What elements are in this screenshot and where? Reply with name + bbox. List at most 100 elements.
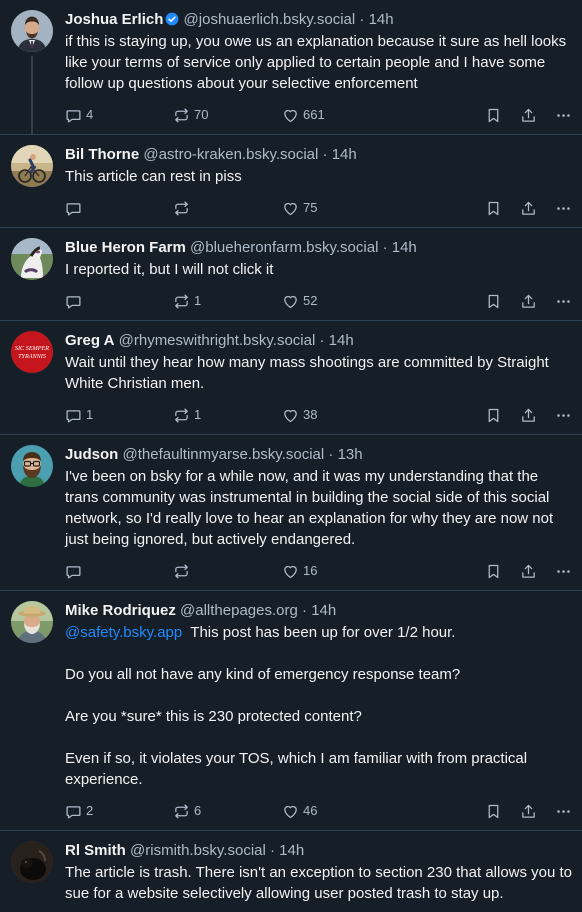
bookmark-icon xyxy=(485,200,502,217)
repost-button[interactable]: 6 xyxy=(173,802,201,820)
bookmark-button[interactable] xyxy=(485,199,502,217)
repost-count: 1 xyxy=(194,293,202,308)
author-handle[interactable]: @blueheronfarm.bsky.social xyxy=(190,239,378,256)
reply-button[interactable] xyxy=(65,562,86,580)
bookmark-button[interactable] xyxy=(485,802,502,820)
reply-button[interactable] xyxy=(65,199,86,217)
avatar[interactable] xyxy=(11,145,53,187)
avatar[interactable] xyxy=(11,841,53,883)
repost-button[interactable]: 1 xyxy=(173,406,201,424)
author-handle[interactable]: @rismith.bsky.social xyxy=(130,842,266,859)
bookmark-icon xyxy=(485,407,502,424)
post-body: The article is trash. There isn't an exc… xyxy=(65,864,577,902)
separator-dot: · xyxy=(318,146,332,163)
share-upload-icon xyxy=(520,107,537,124)
author-handle[interactable]: @rhymeswithright.bsky.social xyxy=(119,332,316,349)
heart-outline-icon xyxy=(282,407,299,424)
more-options-button[interactable] xyxy=(555,802,572,820)
svg-text:TYRANNIS: TYRANNIS xyxy=(18,353,46,360)
author-handle[interactable]: @thefaultinmyarse.bsky.social xyxy=(123,446,325,463)
author-name[interactable]: Joshua Erlich xyxy=(65,11,163,28)
author-name[interactable]: Greg A xyxy=(65,332,114,349)
thread-post[interactable]: Rl Smith @rismith.bsky.social · 14h The a… xyxy=(0,831,582,912)
author-name[interactable]: Blue Heron Farm xyxy=(65,239,186,256)
share-button[interactable] xyxy=(520,802,537,820)
share-button[interactable] xyxy=(520,106,537,124)
repost-button[interactable] xyxy=(173,199,194,217)
post-header: Joshua Erlich @joshuaerlich.bsky.social … xyxy=(65,10,574,30)
post-timestamp[interactable]: 14h xyxy=(279,842,304,859)
repost-count: 6 xyxy=(194,803,202,818)
ellipsis-icon xyxy=(555,407,572,424)
post-header: Rl Smith @rismith.bsky.social · 14h xyxy=(65,841,574,861)
thread-post[interactable]: Bil Thorne @astro-kraken.bsky.social · 1… xyxy=(0,135,582,228)
repost-button[interactable]: 1 xyxy=(173,292,201,310)
like-count: 75 xyxy=(303,200,318,215)
mention-link[interactable]: @safety.bsky.app xyxy=(65,624,182,641)
post-timestamp[interactable]: 14h xyxy=(369,11,394,28)
thread-post[interactable]: Mike Rodriquez @allthepages.org · 14h @sa… xyxy=(0,591,582,831)
like-button[interactable]: 661 xyxy=(282,106,325,124)
author-handle[interactable]: @allthepages.org xyxy=(180,602,298,619)
avatar[interactable] xyxy=(11,601,53,643)
bookmark-button[interactable] xyxy=(485,406,502,424)
share-button[interactable] xyxy=(520,292,537,310)
ellipsis-icon xyxy=(555,563,572,580)
author-handle[interactable]: @astro-kraken.bsky.social xyxy=(143,146,318,163)
share-button[interactable] xyxy=(520,199,537,217)
post-timestamp[interactable]: 14h xyxy=(311,602,336,619)
repost-button[interactable] xyxy=(173,562,194,580)
separator-dot: · xyxy=(324,446,338,463)
like-button[interactable]: 52 xyxy=(282,292,317,310)
avatar[interactable]: SIC SEMPER TYRANNIS xyxy=(11,331,53,373)
author-name[interactable]: Bil Thorne xyxy=(65,146,139,163)
repost-arrows-icon xyxy=(173,563,190,580)
like-button[interactable]: 46 xyxy=(282,802,317,820)
bookmark-button[interactable] xyxy=(485,106,502,124)
more-options-button[interactable] xyxy=(555,199,572,217)
post-text: Wait until they hear how many mass shoot… xyxy=(65,352,574,394)
separator-dot: · xyxy=(265,842,280,859)
post-text: The article is trash. There isn't an exc… xyxy=(65,862,574,904)
author-name[interactable]: Mike Rodriquez xyxy=(65,602,176,619)
reply-button[interactable]: 4 xyxy=(65,106,93,124)
reply-button[interactable] xyxy=(65,292,86,310)
like-button[interactable]: 75 xyxy=(282,199,317,217)
post-timestamp[interactable]: 14h xyxy=(329,332,354,349)
like-button[interactable]: 16 xyxy=(282,562,317,580)
separator-dot: · xyxy=(297,602,312,619)
thread-post[interactable]: SIC SEMPER TYRANNIS Greg A @rhymeswithrigh… xyxy=(0,321,582,435)
repost-button[interactable]: 70 xyxy=(173,106,208,124)
reply-button[interactable]: 2 xyxy=(65,802,93,820)
share-button[interactable] xyxy=(520,562,537,580)
like-button[interactable]: 38 xyxy=(282,406,317,424)
post-actions-bar: 4 70 661 xyxy=(65,100,574,134)
more-options-button[interactable] xyxy=(555,406,572,424)
author-name[interactable]: Rl Smith xyxy=(65,842,126,859)
post-timestamp[interactable]: 13h xyxy=(338,446,363,463)
share-button[interactable] xyxy=(520,406,537,424)
bookmark-icon xyxy=(485,107,502,124)
avatar[interactable] xyxy=(11,445,53,487)
thread-post[interactable]: Blue Heron Farm @blueheronfarm.bsky.soci… xyxy=(0,228,582,321)
more-options-button[interactable] xyxy=(555,292,572,310)
post-header: Judson @thefaultinmyarse.bsky.social · 1… xyxy=(65,445,574,465)
author-name[interactable]: Judson xyxy=(65,446,118,463)
author-handle[interactable]: @joshuaerlich.bsky.social xyxy=(184,11,356,28)
post-timestamp[interactable]: 14h xyxy=(392,239,417,256)
thread-post[interactable]: Joshua Erlich @joshuaerlich.bsky.social … xyxy=(0,0,582,135)
avatar[interactable] xyxy=(11,238,53,280)
more-options-button[interactable] xyxy=(555,106,572,124)
bookmark-button[interactable] xyxy=(485,562,502,580)
more-options-button[interactable] xyxy=(555,562,572,580)
reply-button[interactable]: 1 xyxy=(65,406,93,424)
post-timestamp[interactable]: 14h xyxy=(332,146,357,163)
bookmark-icon xyxy=(485,563,502,580)
post-header: Mike Rodriquez @allthepages.org · 14h xyxy=(65,601,574,621)
separator-dot: · xyxy=(378,239,392,256)
avatar[interactable] xyxy=(11,10,53,52)
bookmark-button[interactable] xyxy=(485,292,502,310)
separator-dot: · xyxy=(355,11,369,28)
like-count: 661 xyxy=(303,107,325,122)
thread-post[interactable]: Judson @thefaultinmyarse.bsky.social · 1… xyxy=(0,435,582,591)
